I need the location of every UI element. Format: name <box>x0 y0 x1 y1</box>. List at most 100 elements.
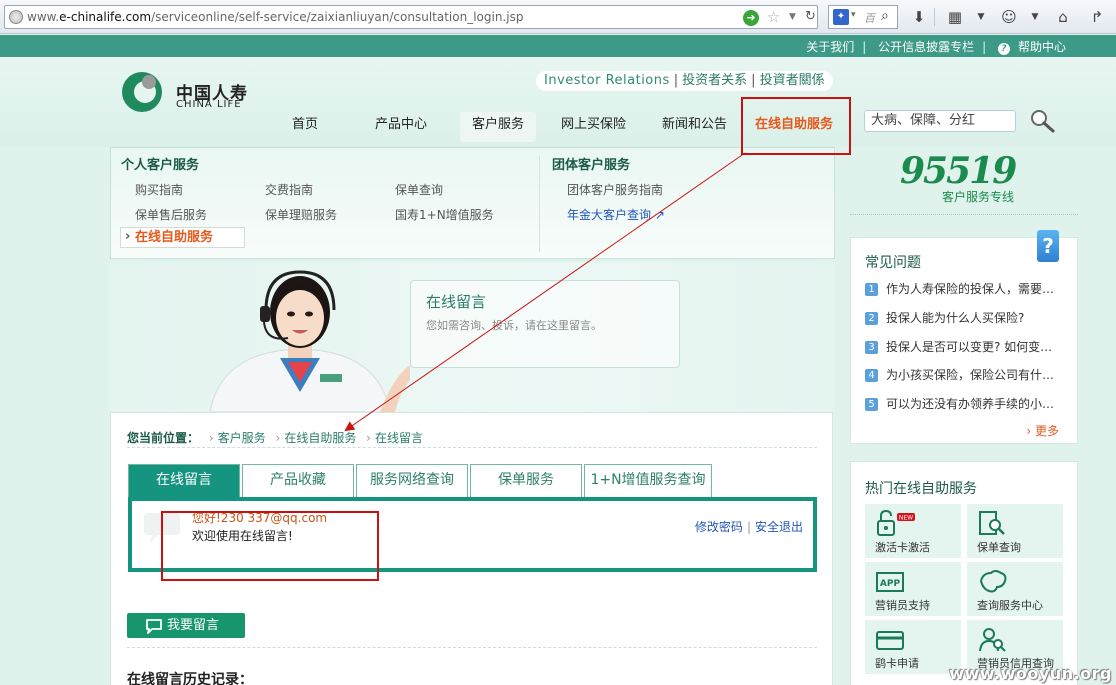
toolbar-separator <box>934 8 935 26</box>
claims-link[interactable]: 保单理赔服务 <box>265 206 337 223</box>
hero-banner: 在线留言 您如需咨询、投诉，请在这里留言。 <box>110 262 835 412</box>
faq-title: 常见问题 <box>865 255 921 271</box>
number-badge: 1 <box>865 283 878 296</box>
breadcrumb: 您当前位置： › 客户服务 › 在线自助服务 › 在线留言 <box>127 429 423 446</box>
payment-guide-link[interactable]: 交费指南 <box>265 181 313 198</box>
tile-label: 营销员支持 <box>875 599 930 612</box>
search-engine-icon[interactable]: ✦ <box>833 9 849 25</box>
separator: | <box>751 73 756 88</box>
hotline-label: 客户服务专线 <box>942 190 1015 204</box>
external-link-icon: ↗ <box>654 208 665 222</box>
emoji-icon[interactable]: ☺ <box>998 6 1020 28</box>
nav-products[interactable]: 产品中心 <box>375 112 427 142</box>
chevron-right-icon: › <box>366 431 371 445</box>
separator: | <box>673 73 679 88</box>
nav-customer-service[interactable]: 客户服务 <box>460 112 537 142</box>
about-us-link[interactable]: 关于我们 <box>806 40 854 54</box>
faq-item[interactable]: 3 投保人是否可以变更? 如何变… <box>865 338 1071 355</box>
service-tile-card-apply[interactable]: 鹞卡申请 <box>865 620 961 674</box>
breadcrumb-self-service[interactable]: 在线自助服务 <box>284 431 356 445</box>
tab-policy-service[interactable]: 保单服务 <box>470 464 582 497</box>
service-tile-service-center[interactable]: 查询服务中心 <box>967 562 1063 616</box>
tab-service-network[interactable]: 服务网络查询 <box>356 464 468 497</box>
chevron-right-icon: › <box>275 431 281 445</box>
service-tile-policy-query[interactable]: 保单查询 <box>967 504 1063 558</box>
hot-services-panel: 热门在线自助服务 NEW 激活卡激活 保单查询 APP 营销员支持 查询服务中心 <box>850 461 1078 685</box>
breadcrumb-online-message[interactable]: 在线留言 <box>375 431 423 445</box>
account-links: 修改密码 | 安全退出 <box>695 518 803 535</box>
svg-text:APP: APP <box>880 579 901 589</box>
faq-item[interactable]: 5 可以为还没有办领养手续的小… <box>865 395 1071 412</box>
browser-toolbar: www.e-chinalife.com/serviceonline/self-s… <box>0 0 1116 34</box>
ir-link-en[interactable]: Investor Relations <box>544 73 670 88</box>
browser-search-box[interactable]: ✦ ▾ 百 ⌕ <box>828 5 898 29</box>
divider <box>127 447 817 448</box>
address-bar[interactable]: www.e-chinalife.com/serviceonline/self-s… <box>4 5 818 29</box>
hot-services-title: 热门在线自助服务 <box>865 481 977 497</box>
disclosure-link[interactable]: 公开信息披露专栏 <box>878 40 974 54</box>
separator: | <box>862 40 867 54</box>
separator: | <box>746 520 751 534</box>
change-password-link[interactable]: 修改密码 <box>695 520 743 534</box>
chevron-down-icon[interactable]: ▼ <box>970 6 992 28</box>
faq-more-link[interactable]: › 更多 <box>1026 422 1059 439</box>
help-link[interactable]: ? 帮助中心 <box>997 40 1070 55</box>
current-self-service-link[interactable]: 在线自助服务 <box>120 227 245 248</box>
group-guide-link[interactable]: 团体客户服务指南 <box>567 181 663 198</box>
chevron-down-icon[interactable]: ▾ <box>851 10 856 20</box>
breadcrumb-customer-service[interactable]: 客户服务 <box>218 431 266 445</box>
write-message-button[interactable]: 我要留言 <box>127 613 245 638</box>
nav-home[interactable]: 首页 <box>292 112 318 142</box>
go-arrow-icon[interactable]: ➜ <box>743 10 759 26</box>
nav-buy-online[interactable]: 网上买保险 <box>561 112 626 142</box>
site-search-input[interactable]: 大病、保障、分红 <box>864 110 1016 132</box>
after-sales-link[interactable]: 保单售后服务 <box>135 206 207 223</box>
faq-item[interactable]: 1 作为人寿保险的投保人，需要… <box>865 280 1071 297</box>
tab-value-added-query[interactable]: 1+N增值服务查询 <box>584 464 712 497</box>
chevron-down-icon[interactable]: ▼ <box>789 12 796 22</box>
service-tile-agent-support[interactable]: APP 营销员支持 <box>865 562 961 616</box>
url-text[interactable]: www.e-chinalife.com/serviceonline/self-s… <box>27 10 523 24</box>
logo-text-en[interactable]: CHINA LIFE <box>176 99 242 110</box>
faq-item-text: 投保人是否可以变更? 如何变… <box>886 340 1053 354</box>
value-added-link[interactable]: 国寿1+N增值服务 <box>395 206 494 223</box>
faq-item-text: 作为人寿保险的投保人，需要… <box>886 282 1055 296</box>
nav-news[interactable]: 新闻和公告 <box>662 112 727 142</box>
hotline-number: 95519 <box>900 150 1017 192</box>
ir-link-cn-traditional[interactable]: 投資者關係 <box>760 73 825 88</box>
policy-query-link[interactable]: 保单查询 <box>395 181 443 198</box>
home-icon[interactable]: ⌂ <box>1052 6 1074 28</box>
caret-right-icon: › <box>1026 424 1035 438</box>
tile-label: 保单查询 <box>977 541 1021 554</box>
customer-service-dropdown: 个人客户服务 购买指南 交费指南 保单查询 保单售后服务 保单理赔服务 国寿1+… <box>110 147 835 259</box>
faq-item[interactable]: 2 投保人能为什么人买保险? <box>865 309 1071 326</box>
number-badge: 2 <box>865 312 878 325</box>
agent-search-icon <box>979 628 1006 652</box>
download-icon[interactable]: ⬇ <box>908 6 930 28</box>
faq-item[interactable]: 4 为小孩买保险，保险公司有什… <box>865 366 1071 383</box>
number-badge: 5 <box>865 398 878 411</box>
logout-link[interactable]: 安全退出 <box>755 520 803 534</box>
service-tile-card-activation[interactable]: NEW 激活卡激活 <box>865 504 961 558</box>
chevron-down-icon[interactable]: ▼ <box>1024 6 1046 28</box>
china-life-logo-icon[interactable] <box>122 72 162 112</box>
screenshot-icon[interactable]: ▦ <box>944 6 966 28</box>
ir-link-cn-simplified[interactable]: 投资者关系 <box>682 73 747 88</box>
search-icon[interactable] <box>1028 107 1056 135</box>
globe-icon <box>9 10 23 24</box>
customer-service-agent-image <box>209 270 410 412</box>
separator: | <box>982 40 987 54</box>
more-label: 更多 <box>1034 424 1059 438</box>
tab-product-favorites[interactable]: 产品收藏 <box>242 464 354 497</box>
speech-bubble-icon <box>146 619 162 634</box>
bookmark-star-icon[interactable]: ☆ <box>767 8 780 26</box>
history-title: 在线留言历史记录： <box>127 672 253 685</box>
menu-icon[interactable]: ↱ <box>1086 6 1108 28</box>
utility-links: 关于我们 | 公开信息披露专栏 | ? 帮助中心 <box>802 38 1074 55</box>
online-message-card: 在线留言 您如需咨询、投诉，请在这里留言。 <box>410 280 680 368</box>
annuity-query-link[interactable]: 年金大客户查询 ↗ <box>567 206 665 223</box>
tab-online-message[interactable]: 在线留言 <box>128 464 240 499</box>
reload-icon[interactable]: ↻ <box>805 9 816 24</box>
search-icon[interactable]: ⌕ <box>881 8 889 24</box>
purchase-guide-link[interactable]: 购买指南 <box>135 181 183 198</box>
